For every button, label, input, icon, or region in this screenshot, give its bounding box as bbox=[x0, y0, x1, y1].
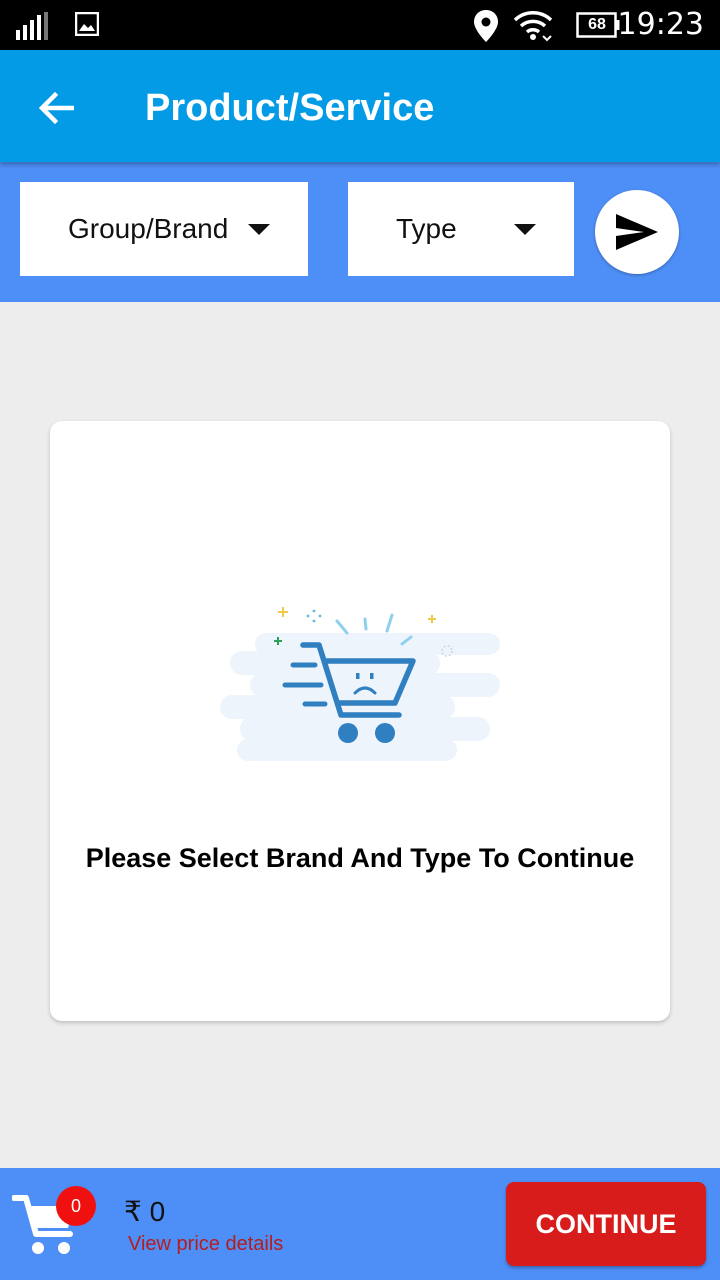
battery-level: 68 bbox=[588, 16, 606, 33]
page-title: Product/Service bbox=[145, 87, 435, 129]
location-icon bbox=[474, 10, 498, 42]
back-button[interactable] bbox=[26, 78, 86, 138]
cart-button[interactable]: 0 bbox=[12, 1186, 96, 1258]
filter-bar: Group/Brand Type bbox=[0, 162, 720, 302]
total-price: ₹ 0 bbox=[124, 1196, 166, 1227]
bottom-bar: 0 ₹ 0 View price details CONTINUE bbox=[0, 1168, 720, 1280]
status-time: 19:23 bbox=[617, 7, 704, 42]
view-price-details-link[interactable]: View price details bbox=[128, 1232, 283, 1256]
wifi-icon bbox=[513, 11, 553, 42]
chevron-down-icon bbox=[514, 224, 536, 235]
cart-count-badge: 0 bbox=[56, 1186, 96, 1226]
empty-state-message: Please Select Brand And Type To Continue bbox=[85, 843, 635, 873]
continue-button[interactable]: CONTINUE bbox=[506, 1182, 706, 1266]
empty-state-card: Please Select Brand And Type To Continue bbox=[50, 421, 670, 1021]
arrow-back-icon bbox=[38, 92, 74, 124]
signal-icon bbox=[16, 12, 48, 40]
type-dropdown[interactable]: Type bbox=[348, 182, 574, 276]
status-bar: 68 19:23 bbox=[0, 0, 720, 50]
sad-cart-icon bbox=[220, 607, 500, 761]
chevron-down-icon bbox=[248, 224, 270, 235]
app-bar: Product/Service bbox=[0, 50, 720, 162]
type-label: Type bbox=[396, 213, 457, 244]
group-brand-dropdown[interactable]: Group/Brand bbox=[20, 182, 308, 276]
send-icon bbox=[616, 214, 658, 250]
group-brand-label: Group/Brand bbox=[68, 213, 229, 244]
image-notification-icon bbox=[75, 12, 99, 36]
send-button[interactable] bbox=[595, 190, 679, 274]
